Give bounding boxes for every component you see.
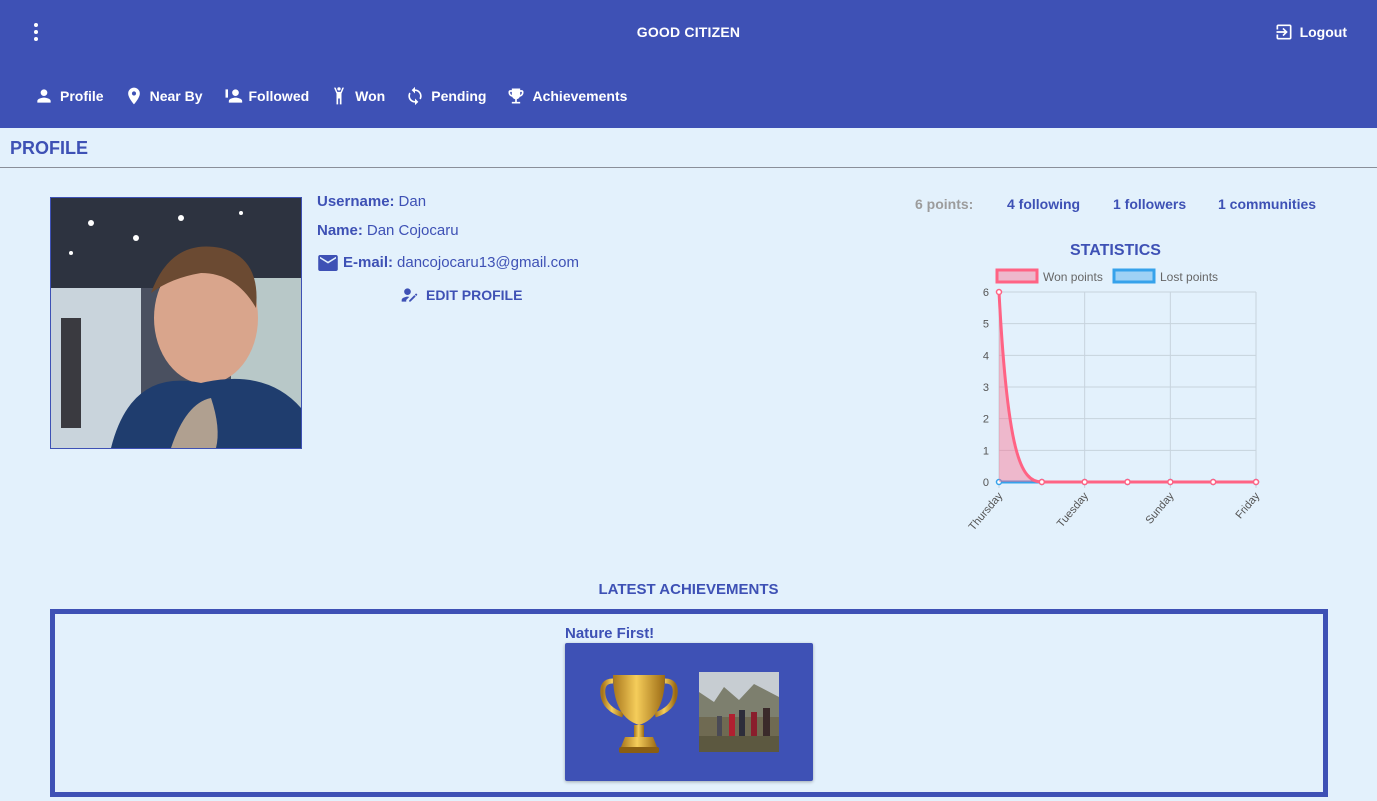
y-tick-label: 2 [983, 414, 989, 426]
legend-swatch [995, 268, 1039, 284]
nav-item-label: Won [355, 88, 386, 104]
data-point [995, 288, 1003, 296]
legend-label: Won points [1043, 270, 1103, 284]
edit-profile-label: EDIT PROFILE [426, 287, 523, 303]
email-row: E-mail: dancojocaru13@gmail.com [317, 254, 579, 271]
email-label: E-mail: [343, 254, 394, 271]
x-tick-label: Thursday [967, 490, 1006, 533]
username-label: Username: [317, 193, 395, 210]
nav-item-label: Profile [60, 88, 104, 104]
app-title: GOOD CITIZEN [636, 24, 741, 40]
y-tick-label: 6 [983, 287, 989, 299]
edit-person-icon [401, 288, 418, 302]
email-value: dancojocaru13@gmail.com [397, 254, 580, 271]
data-point [1081, 478, 1088, 486]
data-point [1124, 478, 1131, 486]
gold-trophy-icon [600, 675, 678, 753]
nav-item-near-by[interactable]: Near By [114, 82, 213, 110]
logout-label: Logout [1299, 24, 1347, 40]
location-pin-icon [127, 87, 140, 105]
legend-label: Lost points [1160, 270, 1218, 284]
points-text: 6 points: [915, 196, 974, 212]
data-point [1167, 478, 1174, 486]
y-tick-label: 5 [983, 319, 989, 331]
sync-icon [408, 86, 422, 106]
x-tick-label: Friday [1233, 490, 1262, 522]
y-tick-label: 1 [983, 445, 989, 457]
nav-item-label: Followed [248, 88, 310, 104]
following-link[interactable]: 4 following [1007, 196, 1080, 212]
nav-item-label: Achievements [532, 88, 628, 104]
data-point [1252, 478, 1260, 486]
name-row: Name: Dan Cojocaru [317, 222, 459, 239]
nav-item-pending[interactable]: Pending [395, 82, 496, 110]
statistics-title: STATISTICS [1070, 242, 1161, 259]
y-tick-label: 4 [983, 350, 989, 362]
username-value: Dan [398, 193, 427, 210]
main-nav: Profile Near By Followed Won Pending Ach… [24, 82, 637, 110]
logout-icon [1276, 24, 1292, 40]
name-label: Name: [317, 222, 363, 239]
followed-icon [225, 89, 242, 103]
trophy-icon [508, 88, 524, 104]
mail-icon [317, 254, 339, 271]
nav-item-label: Pending [431, 88, 487, 104]
nav-item-won[interactable]: Won [319, 82, 395, 110]
winner-icon [334, 87, 345, 105]
logout-button[interactable]: Logout [1274, 22, 1347, 42]
nav-item-followed[interactable]: Followed [213, 82, 320, 110]
y-tick-label: 0 [983, 477, 989, 489]
communities-link[interactable]: 1 communities [1218, 196, 1316, 212]
person-icon [37, 89, 51, 103]
username-row: Username: Dan [317, 193, 426, 210]
avatar [50, 197, 302, 449]
achievement-name: Nature First! [565, 625, 655, 642]
x-tick-label: Sunday [1143, 490, 1176, 527]
x-tick-label: Tuesday [1055, 490, 1091, 530]
nav-item-profile[interactable]: Profile [24, 82, 114, 110]
legend-swatch [1112, 268, 1156, 284]
achievement-card[interactable] [565, 643, 813, 781]
followers-link[interactable]: 1 followers [1113, 196, 1186, 212]
statistics-chart: 0 1 2 3 4 5 6 Thursday Tuesday Sunday Friday Won po… [967, 268, 1263, 533]
data-point [1038, 478, 1046, 486]
page-header: PROFILE [0, 128, 1377, 168]
achievements-title: LATEST ACHIEVEMENTS [598, 581, 779, 598]
achievement-photo [699, 672, 779, 752]
edit-profile-button[interactable]: EDIT PROFILE [400, 285, 522, 305]
y-tick-label: 3 [983, 382, 989, 394]
nav-item-label: Near By [149, 88, 203, 104]
data-point [1209, 478, 1217, 486]
nav-item-achievements[interactable]: Achievements [496, 82, 637, 110]
name-value: Dan Cojocaru [366, 222, 459, 239]
app-bar: GOOD CITIZEN Logout Profile Near By Foll… [0, 0, 1377, 128]
page-title: PROFILE [10, 138, 89, 158]
